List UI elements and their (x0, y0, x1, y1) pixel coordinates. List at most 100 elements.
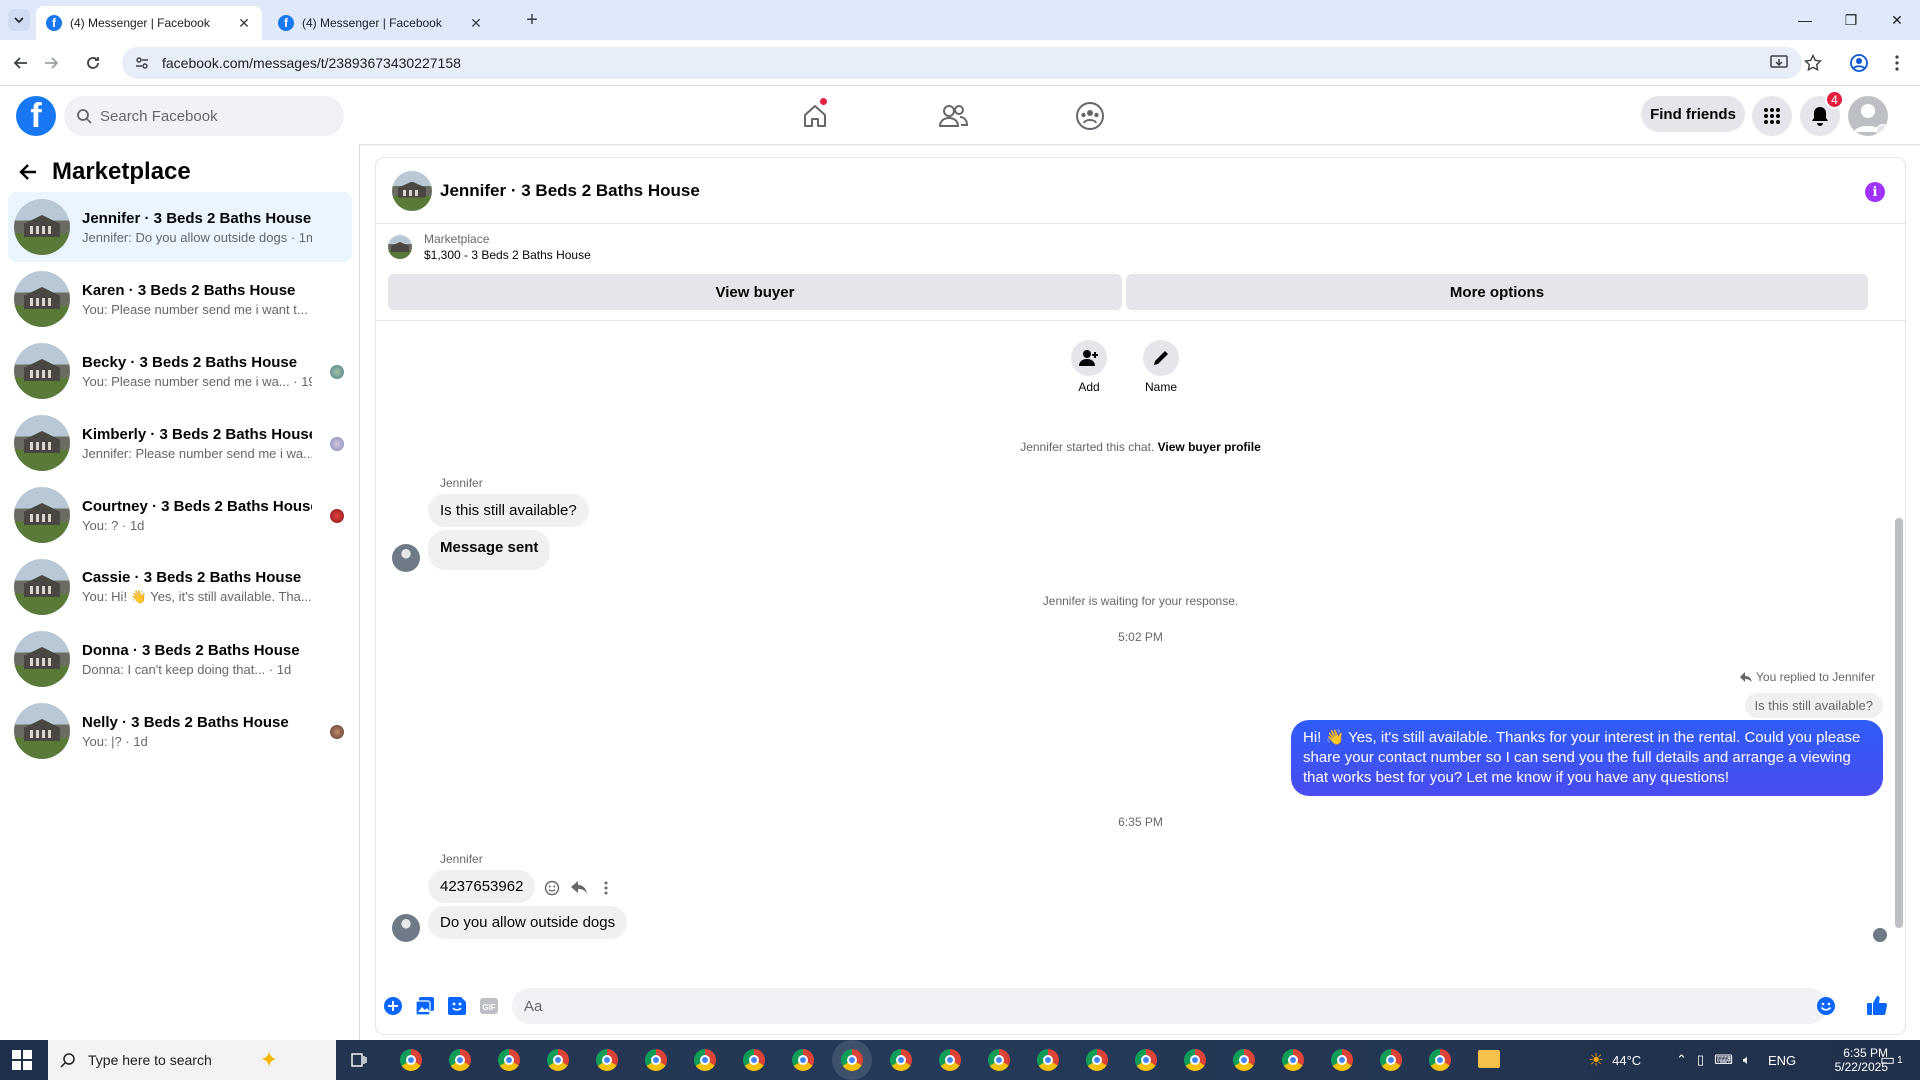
close-tab-icon[interactable]: ✕ (236, 15, 252, 31)
message-bubble[interactable]: Is this still available? (428, 494, 589, 527)
conversation-item[interactable]: Courtney · 3 Beds 2 Baths House You: ? · … (8, 480, 352, 550)
chrome-taskbar-icon[interactable] (1086, 1049, 1108, 1071)
install-app-icon[interactable] (1768, 52, 1790, 74)
chrome-taskbar-icon[interactable] (1184, 1049, 1206, 1071)
facebook-logo-icon[interactable]: f (16, 96, 56, 136)
info-icon[interactable]: i (1865, 182, 1885, 202)
close-window-button[interactable]: ✕ (1874, 0, 1920, 40)
minimize-button[interactable]: — (1782, 0, 1828, 40)
like-thumb-icon[interactable] (1866, 994, 1888, 1016)
account-avatar[interactable] (1848, 96, 1888, 136)
chrome-taskbar-icon[interactable] (1233, 1049, 1255, 1071)
chat-scrollbar[interactable] (1895, 518, 1903, 928)
clock[interactable]: 6:35 PM 5/22/2025 (1808, 1040, 1888, 1080)
conversation-item[interactable]: Cassie · 3 Beds 2 Baths House You: Hi! 👋 … (8, 552, 352, 622)
chrome-taskbar-icon[interactable] (596, 1049, 618, 1071)
chrome-taskbar-icon[interactable] (890, 1049, 912, 1071)
conversation-item[interactable]: Becky · 3 Beds 2 Baths House You: Please … (8, 336, 352, 406)
add-person-button[interactable] (1071, 340, 1107, 376)
chrome-taskbar-icon[interactable] (547, 1049, 569, 1071)
listing-summary[interactable]: Marketplace $1,300 - 3 Beds 2 Baths Hous… (388, 232, 591, 262)
conversation-item[interactable]: Karen · 3 Beds 2 Baths House You: Please … (8, 264, 352, 334)
conversation-item[interactable]: Donna · 3 Beds 2 Baths House Donna: I can… (8, 624, 352, 694)
chrome-taskbar-icon[interactable] (1282, 1049, 1304, 1071)
my-message-bubble[interactable]: Hi! 👋 Yes, it's still available. Thanks … (1291, 720, 1883, 796)
windows-start-icon[interactable] (12, 1050, 32, 1070)
chrome-taskbar-icon[interactable] (694, 1049, 716, 1071)
more-actions-icon[interactable] (596, 878, 616, 898)
file-explorer-icon[interactable] (1478, 1050, 1500, 1068)
restore-button[interactable]: ❐ (1828, 0, 1874, 40)
browser-tab-2[interactable]: f (4) Messenger | Facebook ✕ (268, 6, 494, 40)
react-icon[interactable] (542, 878, 562, 898)
chrome-taskbar-icon[interactable] (988, 1049, 1010, 1071)
more-options-button[interactable]: More options (1126, 274, 1868, 310)
message-bubble[interactable]: 4237653962 (428, 870, 536, 903)
task-view-icon[interactable] (350, 1051, 368, 1069)
gif-icon[interactable]: GIF (478, 995, 500, 1017)
chrome-taskbar-icon[interactable] (1135, 1049, 1157, 1071)
chrome-taskbar-icon[interactable] (1331, 1049, 1353, 1071)
back-button[interactable] (8, 50, 34, 76)
chrome-taskbar-icon-active[interactable] (841, 1049, 863, 1071)
conversation-item[interactable]: Kimberly · 3 Beds 2 Baths House Jennifer:… (8, 408, 352, 478)
photo-icon[interactable] (414, 995, 436, 1017)
chrome-taskbar-icon[interactable] (400, 1049, 422, 1071)
battery-icon[interactable]: ▯ (1697, 1052, 1704, 1068)
tab-search-button[interactable] (8, 9, 30, 31)
chrome-taskbar-icon[interactable] (645, 1049, 667, 1071)
forward-button[interactable] (38, 50, 64, 76)
network-icon[interactable]: ⌨ (1714, 1052, 1733, 1068)
close-tab-icon[interactable]: ✕ (468, 15, 484, 31)
view-buyer-profile-link[interactable]: View buyer profile (1158, 440, 1261, 454)
new-tab-button[interactable]: + (520, 8, 544, 32)
more-actions-plus-icon[interactable] (382, 995, 404, 1017)
chat-title[interactable]: Jennifer · 3 Beds 2 Baths House (440, 181, 700, 201)
bookmark-star-icon[interactable] (1802, 52, 1824, 74)
message-bubble[interactable]: Do you allow outside dogs (428, 906, 628, 939)
message-bubble[interactable]: Message sent (428, 530, 551, 570)
chevron-up-icon[interactable]: ⌃ (1676, 1052, 1687, 1068)
chrome-taskbar-icon[interactable] (449, 1049, 471, 1071)
site-settings-icon[interactable] (134, 55, 150, 71)
notifications-button[interactable]: 4 (1800, 90, 1844, 136)
back-arrow-icon[interactable] (18, 162, 38, 182)
home-nav-icon[interactable] (795, 96, 835, 136)
menu-grid-button[interactable] (1752, 96, 1792, 136)
message-input[interactable]: Aa (512, 988, 1827, 1024)
system-tray-icons[interactable]: ⌃ ▯ ⌨ 🔈︎ (1676, 1040, 1751, 1080)
edit-name-button[interactable] (1143, 340, 1179, 376)
chrome-taskbar-icon[interactable] (1037, 1049, 1059, 1071)
reload-button[interactable] (80, 50, 106, 76)
chat-avatar[interactable] (392, 170, 432, 211)
sticker-icon[interactable] (446, 995, 468, 1017)
notification-center-icon[interactable]: ▭ 1 (1880, 1040, 1903, 1080)
browser-tab-1[interactable]: f (4) Messenger | Facebook ✕ (36, 6, 262, 40)
volume-icon[interactable]: 🔈︎ (1743, 1052, 1751, 1068)
groups-nav-icon[interactable] (1070, 96, 1110, 136)
chrome-taskbar-icon[interactable] (743, 1049, 765, 1071)
chrome-taskbar-icon[interactable] (792, 1049, 814, 1071)
conversation-item[interactable]: Jennifer · 3 Beds 2 Baths House Jennifer:… (8, 192, 352, 262)
chrome-taskbar-icon[interactable] (498, 1049, 520, 1071)
find-friends-button[interactable]: Find friends (1641, 96, 1745, 132)
browser-profile-icon[interactable] (1848, 52, 1870, 74)
facebook-search-input[interactable]: Search Facebook (64, 96, 344, 136)
weather-widget[interactable]: ☀ 44°C (1588, 1040, 1641, 1080)
chrome-taskbar-icon[interactable] (1429, 1049, 1451, 1071)
language-indicator[interactable]: ENG (1768, 1040, 1796, 1080)
chrome-taskbar-icon[interactable] (1380, 1049, 1402, 1071)
quoted-message[interactable]: Is this still available? (1744, 693, 1883, 718)
taskbar-search-box[interactable]: Type here to search ✦ (48, 1040, 336, 1080)
emoji-icon[interactable] (1815, 995, 1837, 1017)
chrome-taskbar-icon[interactable] (939, 1049, 961, 1071)
url-omnibox[interactable]: facebook.com/messages/t/2389367343022715… (122, 47, 1802, 79)
friends-nav-icon[interactable] (933, 96, 973, 136)
reply-icon[interactable] (569, 878, 589, 898)
sender-avatar[interactable] (392, 544, 420, 572)
sidebar-title: Marketplace (52, 158, 191, 185)
browser-menu-icon[interactable] (1886, 52, 1908, 74)
view-buyer-button[interactable]: View buyer (388, 274, 1122, 310)
sender-avatar[interactable] (392, 914, 420, 942)
conversation-item[interactable]: Nelly · 3 Beds 2 Baths House You: |? · 1d (8, 696, 352, 766)
